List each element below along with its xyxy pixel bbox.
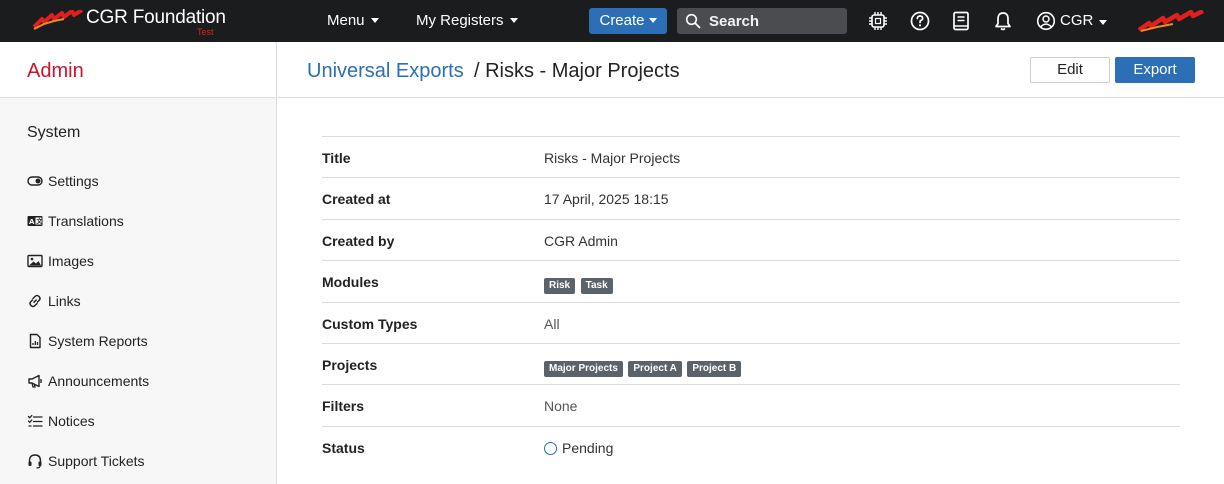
- pending-circle-icon: [544, 441, 557, 455]
- detail-value: Risks - Major Projects: [544, 150, 681, 166]
- detail-row-created-by: Created by CGR Admin: [322, 220, 1180, 262]
- chevron-down-icon: [370, 17, 379, 23]
- project-badge: Project B: [687, 360, 742, 377]
- toggle-icon: [27, 176, 43, 186]
- admin-sidebar: Admin System Settings A 文 Translations I…: [0, 42, 277, 484]
- book-icon[interactable]: [950, 10, 972, 32]
- sidebar-item-label: Notices: [48, 413, 95, 429]
- detail-row-created-at: Created at 17 April, 2025 18:15: [322, 178, 1180, 220]
- detail-row-filters: Filters None: [322, 385, 1180, 427]
- project-badges: Major Projects Project A Project B: [544, 358, 742, 377]
- detail-label: Projects: [322, 356, 378, 373]
- search-label: Search: [709, 13, 760, 30]
- user-label: CGR: [1060, 12, 1094, 29]
- edit-button[interactable]: Edit: [1030, 57, 1110, 83]
- project-badge: Major Projects: [544, 360, 623, 377]
- export-details-table: Title Risks - Major Projects Created at …: [322, 136, 1180, 468]
- sidebar-item-label: Announcements: [48, 373, 150, 389]
- my-registers-dropdown[interactable]: My Registers: [416, 12, 518, 29]
- detail-row-projects: Projects Major Projects Project A Projec…: [322, 344, 1180, 386]
- top-navbar: CGR Foundation Test Menu My Registers Cr…: [0, 0, 1224, 42]
- chevron-down-icon: [509, 17, 518, 23]
- user-circle-icon: [1036, 11, 1056, 31]
- page-header: Universal Exports / Risks - Major Projec…: [278, 42, 1224, 98]
- brand-mark-icon: [1137, 10, 1205, 32]
- breadcrumb-link[interactable]: Universal Exports: [307, 60, 464, 83]
- brand-mark-icon: [32, 10, 84, 30]
- detail-label: Title: [322, 150, 351, 166]
- bell-icon[interactable]: [992, 10, 1014, 32]
- create-label: Create: [599, 12, 645, 29]
- sidebar-item-label: System Reports: [48, 333, 148, 349]
- export-button[interactable]: Export: [1115, 57, 1195, 83]
- module-badge: Risk: [544, 278, 576, 295]
- translate-icon: A 文: [27, 216, 43, 226]
- page-title: / Risks - Major Projects: [474, 60, 680, 82]
- search-icon: [685, 13, 701, 29]
- sidebar-item-label: Support Tickets: [48, 453, 145, 469]
- svg-text:A: A: [29, 218, 35, 226]
- image-icon: [27, 254, 43, 268]
- chip-icon[interactable]: [867, 10, 889, 32]
- module-badges: Risk Task: [544, 275, 614, 295]
- brand-name: CGR Foundation: [86, 7, 226, 28]
- detail-value: CGR Admin: [544, 232, 618, 249]
- headset-icon: [28, 454, 42, 469]
- status-value: Pending: [562, 439, 614, 456]
- detail-label: Created at: [322, 191, 391, 208]
- help-icon[interactable]: [909, 10, 931, 32]
- detail-row-status: Status Pending: [322, 427, 1180, 468]
- sidebar-item-label: Translations: [48, 213, 124, 229]
- detail-label: Custom Types: [322, 315, 418, 332]
- chevron-down-icon: [1099, 20, 1107, 25]
- my-registers-label: My Registers: [416, 12, 504, 29]
- search-input[interactable]: Search: [677, 8, 847, 34]
- detail-row-title: Title Risks - Major Projects: [322, 137, 1180, 179]
- detail-label: Modules: [322, 274, 379, 291]
- megaphone-icon: [28, 374, 42, 388]
- detail-label: Filters: [322, 398, 365, 415]
- detail-label: Created by: [322, 232, 395, 249]
- detail-row-modules: Modules Risk Task: [322, 261, 1180, 303]
- sidebar-item-label: Settings: [48, 173, 99, 189]
- link-icon: [29, 294, 41, 308]
- brand-env-label: Test: [197, 27, 214, 37]
- detail-value: All: [544, 315, 560, 332]
- sidebar-section-title: System: [27, 124, 81, 141]
- chevron-down-icon: [648, 17, 657, 23]
- checklist-icon: [27, 414, 43, 427]
- menu-dropdown[interactable]: Menu: [327, 12, 379, 29]
- detail-value: None: [544, 398, 578, 415]
- detail-row-custom-types: Custom Types All: [322, 303, 1180, 344]
- sidebar-item-label: Images: [48, 253, 94, 269]
- detail-value: 17 April, 2025 18:15: [544, 191, 669, 208]
- svg-text:文: 文: [35, 218, 43, 226]
- create-button[interactable]: Create: [589, 8, 667, 34]
- sidebar-header: Admin: [0, 42, 276, 98]
- project-badge: Project A: [628, 360, 682, 377]
- menu-label: Menu: [327, 12, 365, 29]
- report-icon: [29, 333, 41, 349]
- sidebar-title: Admin: [27, 60, 84, 82]
- sidebar-item-label: Links: [48, 293, 81, 309]
- module-badge: Task: [580, 278, 613, 295]
- detail-label: Status: [322, 439, 365, 456]
